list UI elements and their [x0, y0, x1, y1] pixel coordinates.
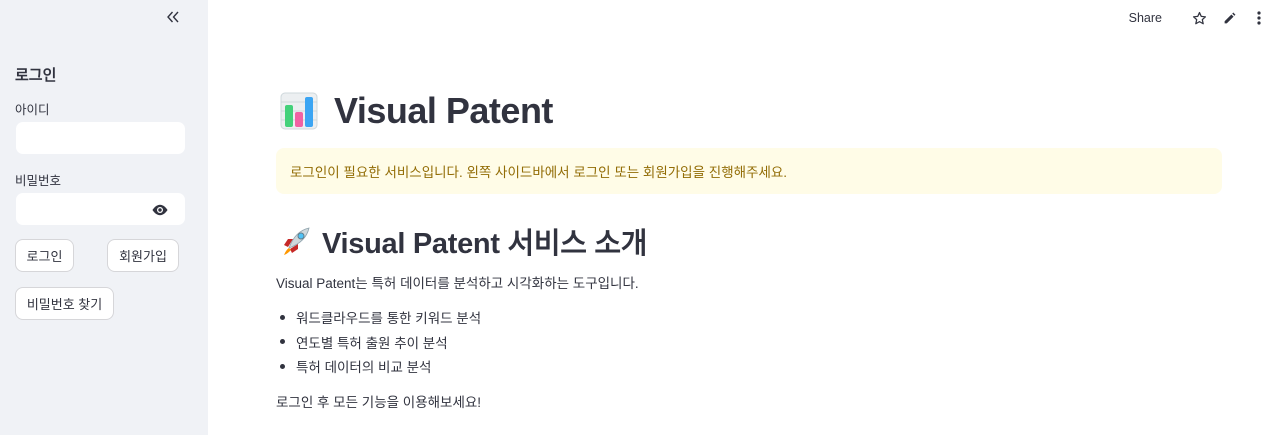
list-item: 특허 데이터의 비교 분석 — [276, 354, 481, 379]
bullet-icon — [280, 339, 285, 345]
page-title-text: Visual Patent — [334, 90, 553, 131]
bar-chart-icon — [280, 92, 318, 130]
list-item: 연도별 특허 출원 추이 분석 — [276, 330, 481, 355]
id-label: 아이디 — [15, 103, 50, 117]
signup-button[interactable]: 회원가입 — [107, 239, 179, 272]
more-vertical-icon[interactable] — [1250, 9, 1268, 27]
double-chevron-left-icon — [167, 11, 179, 23]
edit-pencil-icon[interactable] — [1220, 9, 1238, 27]
page-title: Visual Patent — [280, 90, 553, 132]
find-password-button[interactable]: 비밀번호 찾기 — [15, 287, 114, 320]
intro-text: Visual Patent는 특허 데이터를 분석하고 시각화하는 도구입니다. — [276, 276, 639, 291]
share-button[interactable]: Share — [1129, 11, 1162, 25]
bullet-icon — [280, 363, 285, 369]
list-item-text: 특허 데이터의 비교 분석 — [296, 360, 432, 376]
sidebar: 로그인 아이디 비밀번호 로그인 회원가입 비밀번호 찾기 — [0, 0, 208, 435]
app-toolbar: Share — [1129, 8, 1268, 28]
login-heading: 로그인 — [15, 67, 57, 84]
id-input[interactable] — [16, 122, 185, 154]
password-field-wrapper — [15, 192, 186, 226]
warning-alert: 로그인이 필요한 서비스입니다. 왼쪽 사이드바에서 로그인 또는 회원가입을 … — [276, 148, 1222, 194]
star-icon[interactable] — [1190, 9, 1208, 27]
password-label: 비밀번호 — [15, 174, 62, 188]
bullet-icon — [280, 314, 285, 320]
rocket-icon — [284, 227, 310, 255]
list-item: 워드클라우드를 통한 키워드 분석 — [276, 305, 481, 330]
eye-icon[interactable] — [151, 203, 169, 217]
login-button[interactable]: 로그인 — [15, 239, 74, 272]
list-item-text: 워드클라우드를 통한 키워드 분석 — [296, 311, 482, 327]
id-field-wrapper — [15, 121, 186, 155]
section-heading: Visual Patent 서비스 소개 — [280, 220, 647, 262]
section-heading-text: Visual Patent 서비스 소개 — [322, 228, 648, 260]
collapse-sidebar-button[interactable] — [163, 7, 183, 27]
feature-list: 워드클라우드를 통한 키워드 분석 연도별 특허 출원 추이 분석 특허 데이터… — [276, 305, 481, 379]
list-item-text: 연도별 특허 출원 추이 분석 — [296, 335, 448, 351]
closing-text: 로그인 후 모든 기능을 이용해보세요! — [276, 395, 482, 410]
